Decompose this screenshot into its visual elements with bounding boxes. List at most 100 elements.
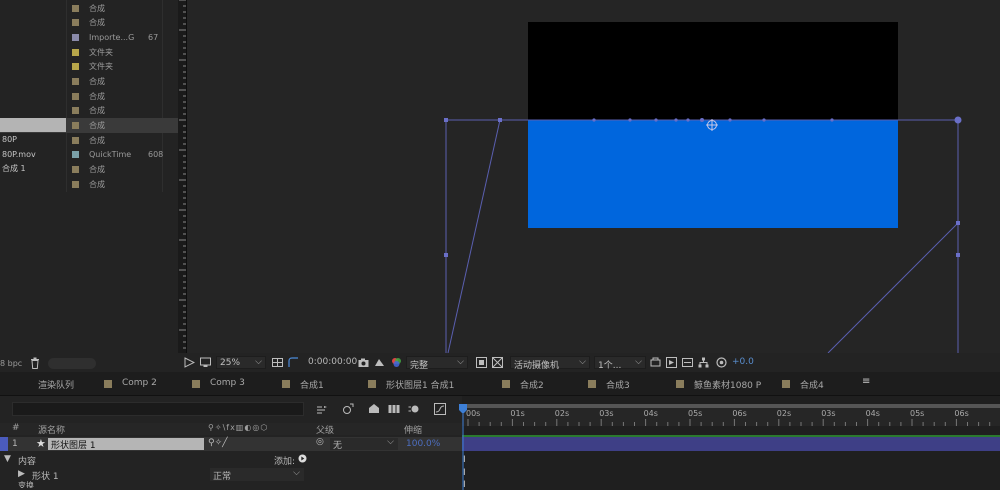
- time-ruler[interactable]: 00s 01s 02s 03s 04s 05s 06s 02s 03s 04s 05s 06s: [462, 404, 1000, 426]
- label-color-swatch[interactable]: [72, 92, 79, 100]
- project-item-type: QuickTime: [89, 150, 132, 160]
- view-layout-dropdown[interactable]: 1个... ⌵: [594, 356, 646, 371]
- project-item[interactable]: 合成: [0, 177, 178, 192]
- hide-shy-layers-icon[interactable]: [368, 403, 380, 415]
- timeline-tab[interactable]: 合成1: [300, 378, 324, 391]
- keyframe-marker[interactable]: I: [463, 480, 466, 490]
- project-item[interactable]: 合成 1 合成: [0, 162, 178, 177]
- channel-color-icon[interactable]: [391, 357, 402, 368]
- timeline-tab[interactable]: 合成3: [606, 378, 630, 391]
- mask-path-icon[interactable]: [288, 357, 299, 368]
- layer-switches[interactable]: ⚲✧╱: [208, 438, 228, 448]
- col-parent[interactable]: 父级: [316, 423, 334, 436]
- timeline-icon[interactable]: [682, 357, 693, 368]
- current-timecode[interactable]: 0:00:00:00: [308, 357, 357, 367]
- fast-preview-icon[interactable]: [666, 357, 677, 368]
- tab-label-color: [104, 380, 112, 388]
- zoom-dropdown[interactable]: 25% ⌵: [216, 356, 266, 369]
- chevron-down-icon: ⌵: [579, 357, 586, 367]
- label-color-swatch[interactable]: [72, 107, 79, 115]
- timeline-tab[interactable]: 渲染队列: [38, 378, 74, 391]
- blend-mode-dropdown[interactable]: 正常 ⌵: [210, 468, 304, 482]
- contents-label: 内容: [18, 457, 37, 467]
- project-item[interactable]: 合成: [0, 104, 178, 119]
- project-item[interactable]: 文件夹: [0, 45, 178, 60]
- label-color-swatch[interactable]: [72, 136, 79, 144]
- project-item-name: [0, 177, 66, 191]
- layer-row[interactable]: 1 ★ 形状图层 1 ⚲✧╱ ◎ 无 ⌵ 100.0%: [0, 437, 462, 451]
- motion-blur-icon[interactable]: [408, 403, 420, 415]
- resolution-dropdown[interactable]: 完整 ⌵: [406, 356, 468, 371]
- transform-row[interactable]: 变换: [0, 481, 462, 490]
- contents-row[interactable]: ▼ 内容 添加:: [0, 453, 462, 467]
- composition-viewer[interactable]: [178, 0, 1000, 353]
- camera-view-dropdown[interactable]: 活动摄像机 ⌵: [510, 356, 590, 371]
- timeline-tab[interactable]: 合成2: [520, 378, 544, 391]
- project-item[interactable]: 合成: [0, 16, 178, 31]
- comp-canvas[interactable]: [178, 0, 1000, 353]
- label-color-swatch[interactable]: [72, 121, 79, 129]
- label-color-swatch[interactable]: [72, 151, 79, 159]
- timeline-tab[interactable]: 形状图层1 合成1: [386, 378, 454, 391]
- trash-icon[interactable]: [30, 357, 40, 369]
- label-color-swatch[interactable]: [72, 180, 79, 188]
- bit-depth-label[interactable]: 8 bpc: [0, 359, 22, 368]
- project-scroll-pill[interactable]: [48, 358, 96, 369]
- label-color-swatch[interactable]: [72, 19, 79, 27]
- label-color-swatch[interactable]: [72, 4, 79, 12]
- always-preview-icon[interactable]: [184, 357, 195, 368]
- stretch-value[interactable]: 100.0%: [406, 439, 440, 449]
- pick-whip-icon[interactable]: ◎: [316, 437, 324, 447]
- project-item[interactable]: 合成: [0, 89, 178, 104]
- keyframe-marker[interactable]: I: [463, 455, 466, 465]
- region-of-interest-icon[interactable]: [476, 357, 487, 368]
- panel-menu-icon[interactable]: ≡: [862, 376, 870, 387]
- timeline-tab[interactable]: 鲸鱼素材1080 P: [694, 378, 761, 391]
- layer-duration-bar[interactable]: [462, 437, 1000, 451]
- label-color-swatch[interactable]: [72, 34, 79, 42]
- project-item[interactable]: 文件夹: [0, 60, 178, 75]
- layer-label-color[interactable]: [0, 437, 8, 451]
- project-item[interactable]: 80P 合成: [0, 133, 178, 148]
- flowchart-icon[interactable]: [698, 357, 709, 368]
- timeline-tab[interactable]: Comp 3: [210, 378, 245, 388]
- layer-search-input[interactable]: [12, 402, 304, 416]
- show-snapshot-icon[interactable]: [374, 357, 385, 368]
- shape-layer-fill[interactable]: [528, 120, 898, 228]
- col-source-name[interactable]: 源名称: [38, 423, 65, 436]
- project-panel: 合成 合成 Importe...G 67 文件夹 文件夹 合成 合成 合成 合成 80P 合成 80P.…: [0, 0, 178, 372]
- project-item[interactable]: Importe...G 67: [0, 30, 178, 45]
- project-item[interactable]: 80P.mov QuickTime 608: [0, 148, 178, 163]
- project-item[interactable]: 合成: [0, 74, 178, 89]
- exposure-icon[interactable]: [716, 357, 727, 368]
- tab-label-color: [782, 380, 790, 388]
- comp-mini-flowchart-icon[interactable]: [316, 404, 328, 416]
- monitor-icon[interactable]: [200, 357, 211, 368]
- exposure-value[interactable]: +0.0: [732, 357, 754, 367]
- project-item[interactable]: 合成: [0, 118, 178, 133]
- layer-name-field[interactable]: 形状图层 1: [48, 438, 204, 451]
- draft-3d-icon[interactable]: [342, 403, 354, 415]
- layer-switches-header: ⚲✧\fx▥◐◎⬡: [208, 423, 269, 432]
- keyframe-marker[interactable]: I: [463, 468, 466, 478]
- transparency-grid-icon[interactable]: [492, 357, 503, 368]
- label-color-swatch[interactable]: [72, 165, 79, 173]
- toggle-pixel-aspect-icon[interactable]: [650, 357, 661, 368]
- parent-dropdown[interactable]: 无 ⌵: [330, 437, 398, 451]
- graph-editor-icon[interactable]: [434, 403, 446, 415]
- timeline-tab[interactable]: 合成4: [800, 378, 824, 391]
- frame-blending-icon[interactable]: [388, 403, 400, 415]
- label-color-swatch[interactable]: [72, 48, 79, 56]
- expand-triangle-icon[interactable]: ▼: [4, 454, 11, 464]
- timeline-tab[interactable]: Comp 2: [122, 378, 157, 388]
- project-item-name: 80P: [2, 135, 18, 145]
- expand-triangle-icon[interactable]: ▶: [18, 469, 25, 479]
- add-menu-icon[interactable]: [298, 454, 307, 463]
- resolution-grid-icon[interactable]: [272, 357, 283, 368]
- camera-snapshot-icon[interactable]: [358, 357, 369, 368]
- label-color-swatch[interactable]: [72, 63, 79, 71]
- label-color-swatch[interactable]: [72, 78, 79, 86]
- shape-group-row[interactable]: ▶ 形状 1 正常 ⌵: [0, 468, 462, 482]
- col-stretch[interactable]: 伸缩: [404, 423, 422, 436]
- project-item[interactable]: 合成: [0, 1, 178, 16]
